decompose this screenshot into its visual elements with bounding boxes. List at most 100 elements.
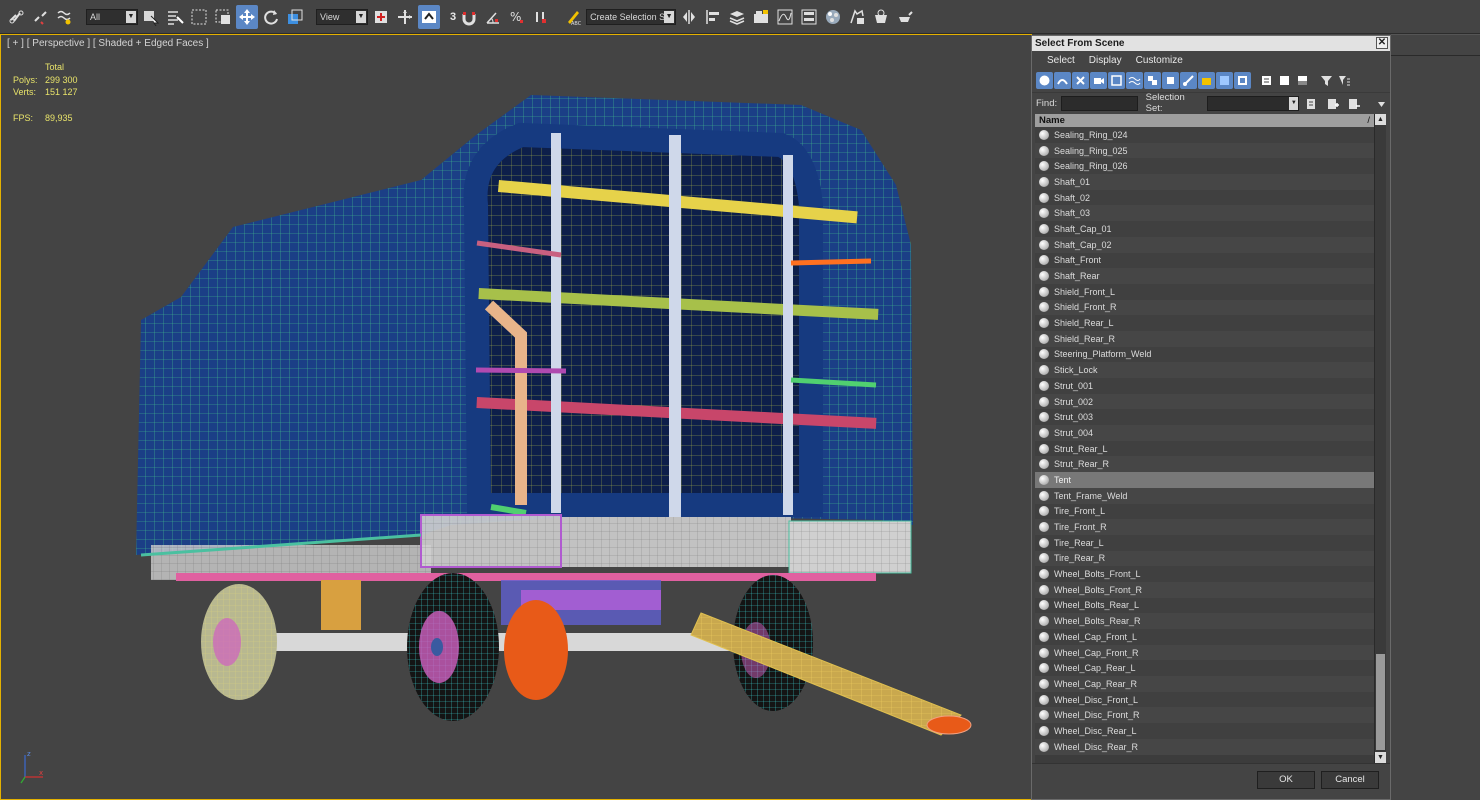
display-bones-icon[interactable] <box>1180 72 1197 89</box>
edit-named-selection-icon[interactable]: ABC <box>562 5 584 29</box>
remove-set-icon[interactable] <box>1345 95 1362 112</box>
display-hidden-icon[interactable] <box>1234 72 1251 89</box>
select-set-icon[interactable] <box>1303 95 1320 112</box>
scale-icon[interactable] <box>284 5 306 29</box>
list-item[interactable]: Shaft_Front <box>1035 252 1374 269</box>
list-item[interactable]: Shaft_01 <box>1035 174 1374 190</box>
list-item[interactable]: Shaft_03 <box>1035 205 1374 222</box>
cancel-button[interactable]: Cancel <box>1321 771 1379 789</box>
align-icon[interactable] <box>702 5 724 29</box>
list-item[interactable]: Wheel_Disc_Front_R <box>1035 707 1374 724</box>
list-item[interactable]: Wheel_Bolts_Rear_R <box>1035 613 1374 629</box>
list-item[interactable]: Shield_Front_R <box>1035 299 1374 316</box>
list-item[interactable]: Shield_Front_L <box>1035 283 1374 300</box>
display-cameras-icon[interactable] <box>1090 72 1107 89</box>
list-item[interactable]: Shaft_02 <box>1035 189 1374 206</box>
list-item[interactable]: Wheel_Cap_Rear_R <box>1035 676 1374 692</box>
scene-explorer-icon[interactable] <box>750 5 772 29</box>
display-frozen-icon[interactable] <box>1216 72 1233 89</box>
render-setup-icon[interactable] <box>846 5 868 29</box>
select-by-name-icon[interactable] <box>164 5 186 29</box>
percent-snap-icon[interactable]: % <box>506 5 528 29</box>
list-item[interactable]: Wheel_Bolts_Rear_L <box>1035 597 1374 614</box>
keyboard-shortcut-override-icon[interactable] <box>418 4 440 29</box>
list-item[interactable]: Wheel_Bolts_Front_R <box>1035 581 1374 598</box>
display-helpers-icon[interactable] <box>1108 72 1125 89</box>
scene-object-list[interactable]: Sealing_Ring_024 Sealing_Ring_025 Sealing_… <box>1035 127 1374 763</box>
scrollbar-thumb[interactable] <box>1376 654 1385 750</box>
display-shapes-icon[interactable] <box>1054 72 1071 89</box>
schematic-view-icon[interactable] <box>798 5 820 29</box>
scroll-up-icon[interactable]: ▲ <box>1375 114 1386 125</box>
list-item[interactable]: Sealing_Ring_024 <box>1035 127 1374 143</box>
unlink-icon[interactable] <box>30 5 52 29</box>
list-scrollbar[interactable]: ▲ ▼ <box>1374 114 1386 763</box>
perspective-viewport[interactable]: [ + ] [ Perspective ] [ Shaded + Edged F… <box>0 34 1032 800</box>
display-geometry-icon[interactable] <box>1036 72 1053 89</box>
snap-magnet-icon[interactable] <box>458 5 480 29</box>
list-item[interactable]: Wheel_Cap_Front_L <box>1035 629 1374 645</box>
rect-selection-icon[interactable] <box>188 5 210 29</box>
add-set-icon[interactable] <box>1324 95 1341 112</box>
render-production-icon[interactable] <box>894 5 916 29</box>
list-item[interactable]: Sealing_Ring_025 <box>1035 142 1374 159</box>
layer-manager-icon[interactable] <box>726 5 748 29</box>
angle-snap-icon[interactable] <box>482 5 504 29</box>
select-none-icon[interactable] <box>1276 72 1293 89</box>
display-lights-icon[interactable] <box>1072 72 1089 89</box>
named-selection-dropdown[interactable]: Create Selection Se ▼ <box>586 8 677 25</box>
sort-filter-icon[interactable] <box>1336 72 1353 89</box>
selection-set-dropdown[interactable]: ▼ <box>1207 95 1300 111</box>
material-editor-icon[interactable] <box>822 5 844 29</box>
display-containers-icon[interactable] <box>1198 72 1215 89</box>
list-item[interactable]: Wheel_Disc_Front_L <box>1035 691 1374 708</box>
select-invert-icon[interactable] <box>1294 72 1311 89</box>
list-item[interactable]: Strut_Rear_L <box>1035 440 1374 457</box>
display-groups-icon[interactable] <box>1144 72 1161 89</box>
list-item[interactable]: Shaft_Rear <box>1035 268 1374 284</box>
list-item[interactable]: Steering_Platform_Weld <box>1035 346 1374 363</box>
list-item[interactable]: Tire_Front_L <box>1035 503 1374 520</box>
display-xrefs-icon[interactable] <box>1162 72 1179 89</box>
find-input[interactable] <box>1061 95 1138 111</box>
list-item[interactable]: Tire_Front_R <box>1035 519 1374 535</box>
viewport-label[interactable]: [ + ] [ Perspective ] [ Shaded + Edged F… <box>7 38 209 49</box>
bind-spacewarp-icon[interactable] <box>54 5 76 29</box>
list-item[interactable]: Strut_002 <box>1035 393 1374 410</box>
list-item[interactable]: Wheel_Bolts_Front_L <box>1035 566 1374 582</box>
list-item[interactable]: Tire_Rear_R <box>1035 550 1374 567</box>
list-item[interactable]: Wheel_Cap_Rear_L <box>1035 660 1374 677</box>
list-item[interactable]: Wheel_Disc_Rear_R <box>1035 738 1374 755</box>
list-item[interactable]: Shield_Rear_L <box>1035 315 1374 331</box>
list-item[interactable]: Strut_001 <box>1035 378 1374 394</box>
list-item[interactable]: Tire_Rear_L <box>1035 534 1374 551</box>
list-item[interactable]: Tent <box>1035 472 1374 488</box>
snap-toggle-label[interactable]: 3 <box>450 11 456 23</box>
list-item[interactable]: Shaft_Cap_02 <box>1035 236 1374 253</box>
scroll-down-icon[interactable]: ▼ <box>1375 752 1386 763</box>
render-frame-window-icon[interactable] <box>870 5 892 29</box>
reference-coordinate-dropdown[interactable]: View ▼ <box>316 8 368 25</box>
select-manipulate-icon[interactable] <box>394 5 416 29</box>
name-column-header[interactable]: Name / <box>1035 114 1374 127</box>
rotate-icon[interactable] <box>260 5 282 29</box>
list-item[interactable]: Wheel_Cap_Front_R <box>1035 644 1374 661</box>
select-all-icon[interactable] <box>1258 72 1275 89</box>
list-item[interactable]: Shield_Rear_R <box>1035 330 1374 347</box>
curve-editor-icon[interactable] <box>774 5 796 29</box>
select-object-icon[interactable] <box>140 5 162 29</box>
dialog-title-bar[interactable]: Select From Scene ✕ <box>1032 36 1390 51</box>
move-icon[interactable] <box>236 4 258 29</box>
list-item[interactable]: Tent_Frame_Weld <box>1035 487 1374 504</box>
pivot-center-icon[interactable] <box>370 5 392 29</box>
close-icon[interactable]: ✕ <box>1376 37 1388 49</box>
menu-display[interactable]: Display <box>1082 55 1129 66</box>
menu-customize[interactable]: Customize <box>1129 55 1190 66</box>
list-item[interactable]: Strut_004 <box>1035 425 1374 441</box>
list-item[interactable]: Wheel_Disc_Rear_L <box>1035 723 1374 739</box>
list-item[interactable]: Shaft_Cap_01 <box>1035 221 1374 237</box>
collapse-icon[interactable] <box>1373 95 1390 112</box>
ok-button[interactable]: OK <box>1257 771 1315 789</box>
filter-icon[interactable] <box>1318 72 1335 89</box>
window-crossing-icon[interactable] <box>212 5 234 29</box>
